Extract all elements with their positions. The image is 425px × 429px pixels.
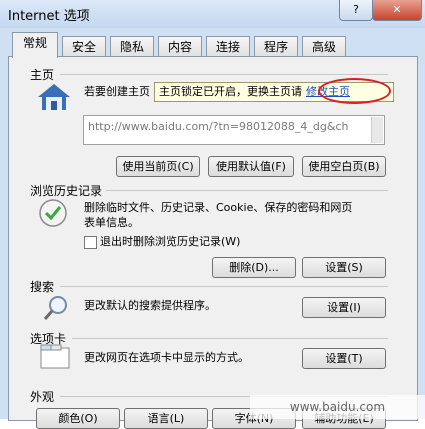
delete-on-exit-checkbox[interactable] xyxy=(84,236,97,249)
window-title: Internet 选项 xyxy=(8,9,90,24)
watermark-text: www.baidu.com xyxy=(250,395,425,419)
tabs-settings-button[interactable]: 设置(T) xyxy=(302,348,386,369)
help-button[interactable]: ? xyxy=(339,0,373,21)
history-settings-button[interactable]: 设置(S) xyxy=(302,257,386,278)
tab-general[interactable]: 常规 xyxy=(12,32,58,58)
magnifier-icon xyxy=(43,296,67,320)
home-intro-text: 若要创建主页 xyxy=(84,85,150,98)
home-divider xyxy=(60,74,388,75)
use-blank-button[interactable]: 使用空白页(B) xyxy=(302,156,386,177)
highlight-circle xyxy=(318,78,391,104)
close-button[interactable]: ✕ xyxy=(372,0,422,21)
tabs-divider xyxy=(72,338,388,339)
tabs-desc: 更改网页在选项卡中显示的方式。 xyxy=(84,351,249,364)
tabs-icon xyxy=(40,344,70,369)
history-desc-line2: 表单信息。 xyxy=(84,216,139,229)
use-default-button[interactable]: 使用默认值(F) xyxy=(208,156,294,177)
tab-advanced[interactable]: 高级 xyxy=(302,36,346,57)
search-divider xyxy=(60,286,388,287)
homepage-url-value: http://www.baidu.com/?tn=98012088_4_dg&c… xyxy=(88,120,349,133)
title-bar: Internet 选项 ? ✕ xyxy=(0,0,425,28)
delete-history-button[interactable]: 删除(D)... xyxy=(212,257,296,278)
appearance-section-label: 外观 xyxy=(30,390,55,404)
tooltip-text: 主页锁定已开启，更换主页请 xyxy=(159,85,302,98)
tab-privacy[interactable]: 隐私 xyxy=(110,36,154,57)
search-settings-button[interactable]: 设置(I) xyxy=(302,297,386,318)
history-section-label: 浏览历史记录 xyxy=(30,184,103,198)
tab-connections[interactable]: 连接 xyxy=(206,36,250,57)
homepage-url-field[interactable]: http://www.baidu.com/?tn=98012088_4_dg&c… xyxy=(83,115,385,145)
delete-on-exit-label: 退出时删除浏览历史记录(W) xyxy=(100,235,241,248)
internet-options-window: Internet 选项 ? ✕ 常规 安全 隐私 内容 连接 程序 高级 主页 … xyxy=(0,0,425,429)
url-field-scrollbar[interactable] xyxy=(371,117,383,143)
tab-programs[interactable]: 程序 xyxy=(254,36,298,57)
tab-security[interactable]: 安全 xyxy=(62,36,106,57)
home-icon xyxy=(38,84,70,110)
home-section-label: 主页 xyxy=(30,68,55,82)
search-section-label: 搜索 xyxy=(30,280,55,294)
use-current-button[interactable]: 使用当前页(C) xyxy=(116,156,200,177)
tab-content[interactable]: 内容 xyxy=(158,36,202,57)
search-desc: 更改默认的搜索提供程序。 xyxy=(84,299,216,312)
history-desc-line1: 删除临时文件、历史记录、Cookie、保存的密码和网页 xyxy=(84,201,353,214)
history-icon xyxy=(39,199,67,227)
history-divider xyxy=(106,190,388,191)
